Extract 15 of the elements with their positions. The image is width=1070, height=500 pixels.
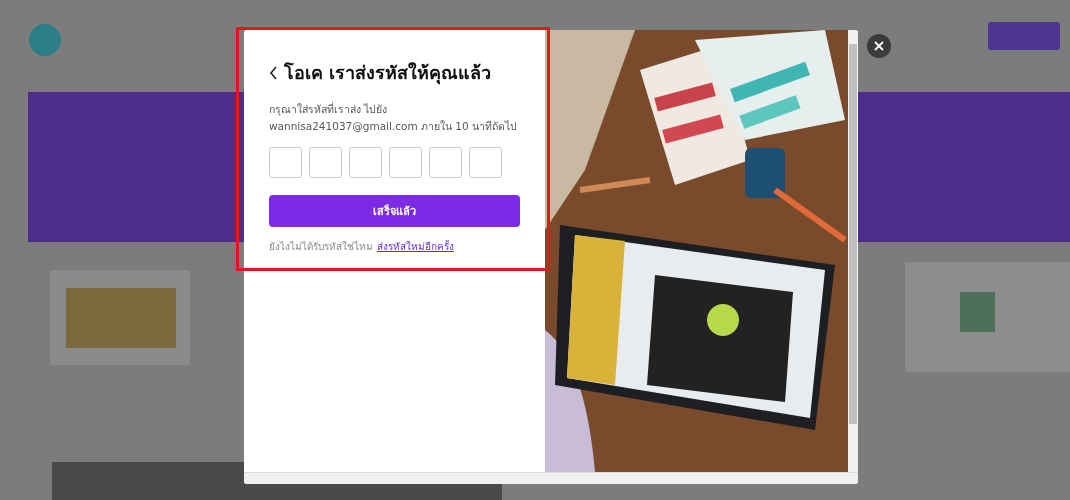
code-digit-field[interactable] bbox=[389, 147, 422, 178]
resend-prompt: ยังไงไม่ได้รับรหัสใช่ไหม bbox=[269, 240, 373, 254]
vertical-scrollbar[interactable] bbox=[848, 30, 858, 472]
back-button[interactable] bbox=[269, 65, 278, 80]
code-digit-field[interactable] bbox=[429, 147, 462, 178]
code-digit-field[interactable] bbox=[309, 147, 342, 178]
code-digit-field[interactable] bbox=[269, 147, 302, 178]
code-digit-field[interactable] bbox=[469, 147, 502, 178]
submit-button[interactable]: เสร็จแล้ว bbox=[269, 195, 520, 227]
instruction-text: กรุณาใส่รหัสที่เราส่ง ไปยัง wannisa241037@gmail.com ภายใน 10 นาทีถัดไป bbox=[269, 101, 519, 134]
code-digit-field[interactable] bbox=[349, 147, 382, 178]
horizontal-scrollbar[interactable] bbox=[244, 472, 858, 484]
dialog-title: โอเค เราส่งรหัสให้คุณแล้ว bbox=[284, 61, 492, 87]
close-icon bbox=[874, 41, 884, 51]
resend-link[interactable]: ส่งรหัสใหม่อีกครั้ง bbox=[377, 239, 454, 254]
